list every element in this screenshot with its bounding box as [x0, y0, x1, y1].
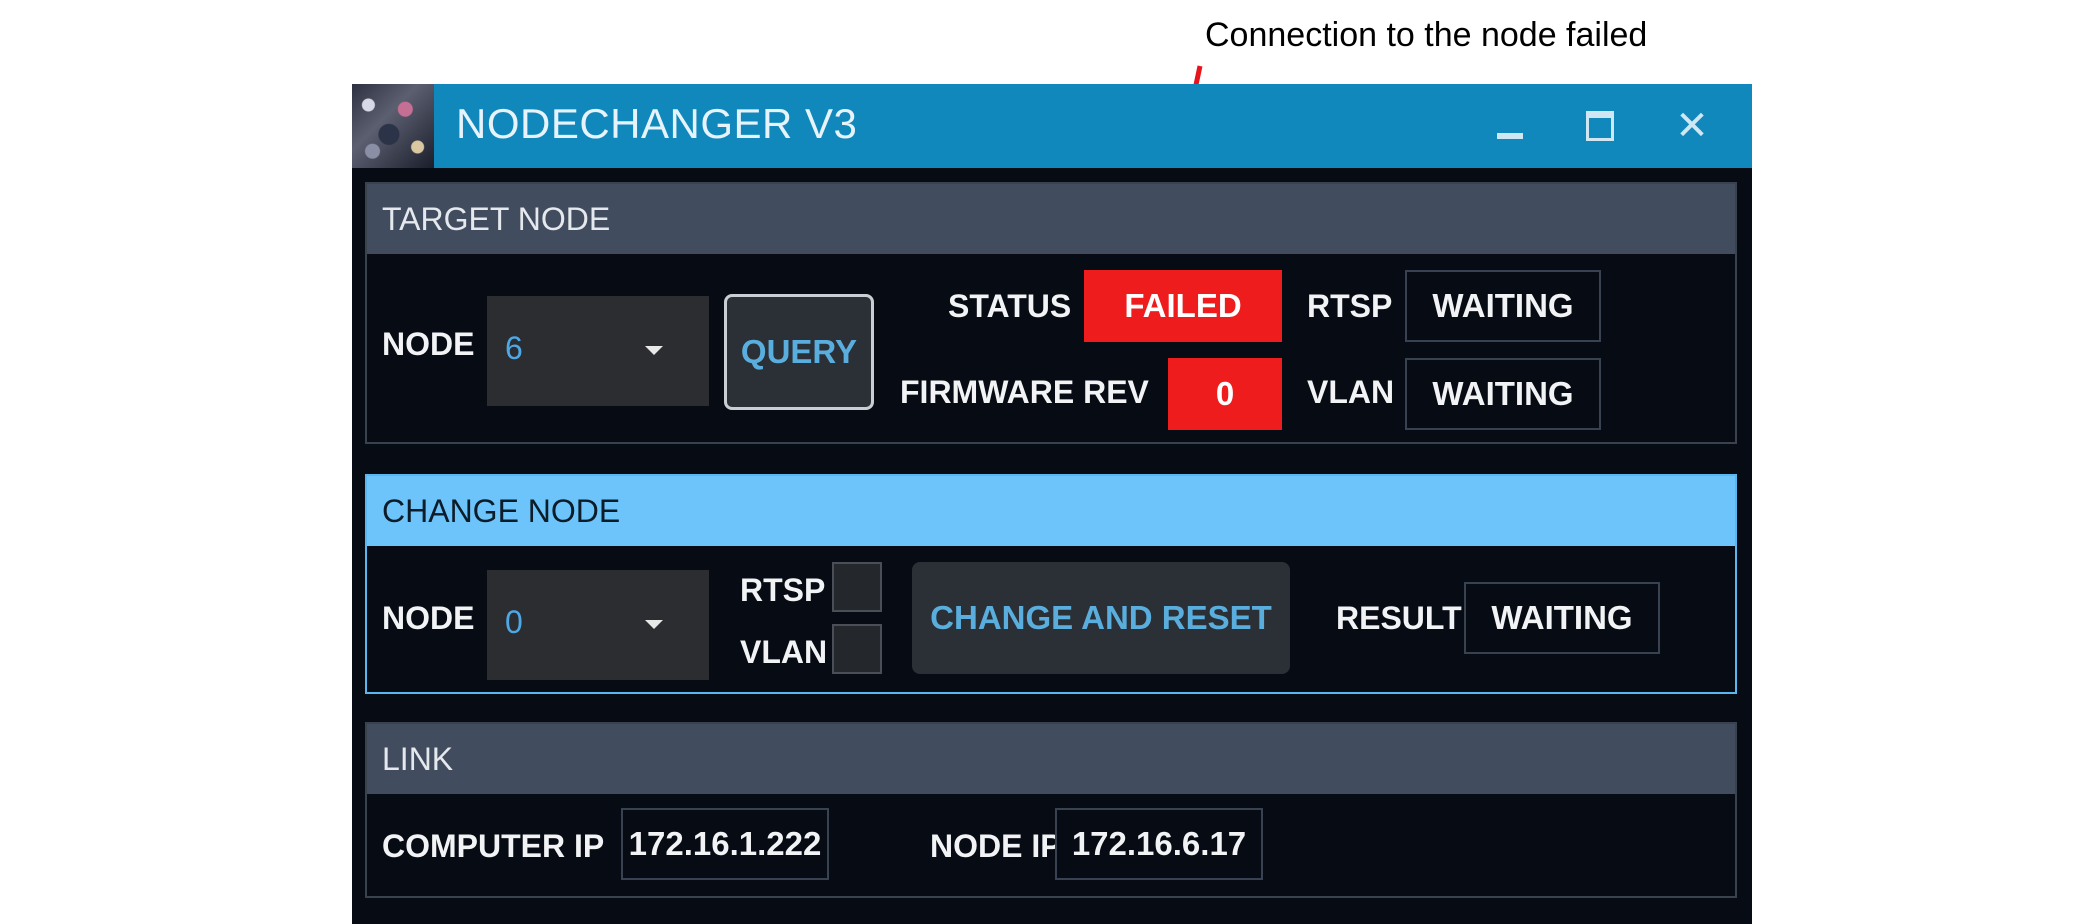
chevron-down-icon: [645, 346, 663, 355]
firmware-rev-value: 0: [1168, 358, 1282, 430]
change-node-dropdown[interactable]: 0: [487, 570, 709, 680]
change-and-reset-button[interactable]: CHANGE AND RESET: [912, 562, 1290, 674]
target-node-label: NODE: [382, 326, 475, 362]
app-logo-icon: [352, 84, 434, 168]
vlan-label: VLAN: [1307, 374, 1395, 410]
target-node-header: TARGET NODE: [367, 184, 1735, 254]
chevron-down-icon: [645, 620, 663, 629]
annotation-text: Connection to the node failed: [1205, 16, 1648, 54]
window-title: NODECHANGER V3: [456, 100, 858, 147]
link-header: LINK: [367, 724, 1735, 794]
app-window: NODECHANGER V3 ✕ TARGET NODE NODE 6 QUER…: [352, 84, 1752, 924]
result-status-field: WAITING: [1464, 582, 1660, 654]
title-bar[interactable]: NODECHANGER V3 ✕: [352, 84, 1752, 168]
firmware-rev-label: FIRMWARE REV: [900, 374, 1149, 410]
node-ip-label: NODE IP: [930, 828, 1062, 864]
change-node-value: 0: [505, 604, 523, 640]
maximize-icon[interactable]: [1570, 96, 1630, 156]
rtsp-checkbox[interactable]: [832, 562, 882, 612]
change-node-header: CHANGE NODE: [367, 476, 1735, 546]
rtsp-status-field: WAITING: [1405, 270, 1601, 342]
target-node-dropdown[interactable]: 6: [487, 296, 709, 406]
rtsp-checkbox-label: RTSP: [740, 572, 826, 608]
vlan-checkbox-label: VLAN: [740, 634, 828, 670]
close-icon[interactable]: ✕: [1662, 96, 1722, 156]
link-panel: LINK COMPUTER IP 172.16.1.222 NODE IP 17…: [365, 722, 1737, 898]
query-button[interactable]: QUERY: [724, 294, 874, 410]
status-badge: FAILED: [1084, 270, 1282, 342]
computer-ip-field: 172.16.1.222: [621, 808, 829, 880]
computer-ip-label: COMPUTER IP: [382, 828, 605, 864]
vlan-checkbox[interactable]: [832, 624, 882, 674]
status-label: STATUS: [948, 288, 1072, 324]
node-ip-field: 172.16.6.17: [1055, 808, 1263, 880]
change-node-panel: CHANGE NODE NODE 0 RTSP VLAN CHANGE AND …: [365, 474, 1737, 694]
result-label: RESULT: [1336, 600, 1462, 636]
minimize-icon[interactable]: [1480, 96, 1540, 156]
rtsp-label: RTSP: [1307, 288, 1393, 324]
vlan-status-field: WAITING: [1405, 358, 1601, 430]
target-node-panel: TARGET NODE NODE 6 QUERY STATUS FAILED F…: [365, 182, 1737, 444]
change-node-label: NODE: [382, 600, 475, 636]
target-node-value: 6: [505, 330, 523, 366]
